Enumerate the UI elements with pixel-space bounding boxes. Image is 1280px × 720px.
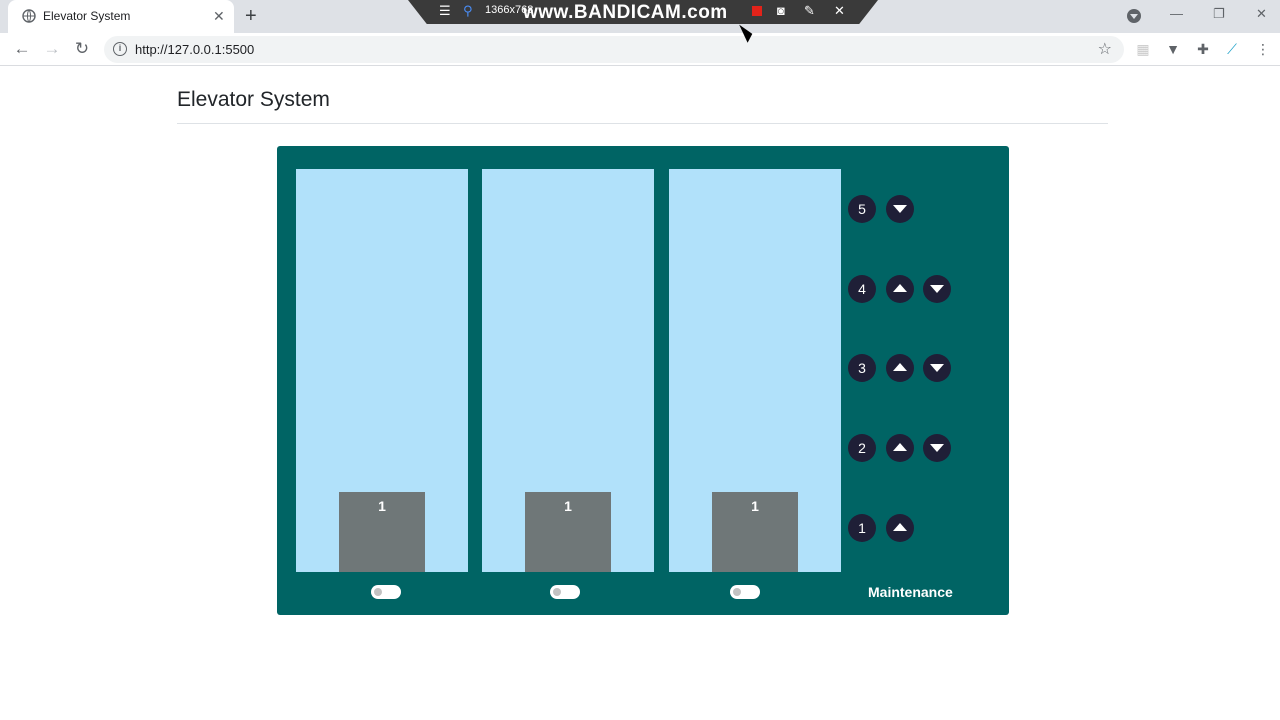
browser-menu-icon[interactable]: ⋮ <box>1255 41 1271 57</box>
call-up-button-floor-2[interactable] <box>886 434 914 462</box>
url-text[interactable]: http://127.0.0.1:5500 <box>135 42 254 57</box>
back-icon[interactable]: ← <box>12 39 32 59</box>
down-triangle-icon <box>930 285 944 293</box>
floor-number: 2 <box>848 434 876 462</box>
call-down-button-floor-4[interactable] <box>923 275 951 303</box>
car-floor-indicator: 1 <box>751 498 759 514</box>
elevator-shaft-2: 1 <box>482 169 654 572</box>
info-icon[interactable]: i <box>113 42 127 56</box>
down-triangle-icon <box>930 444 944 452</box>
recorder-watermark: www.BANDICAM.com <box>523 2 728 23</box>
call-down-button-floor-2[interactable] <box>923 434 951 462</box>
elevator-shaft-3: 1 <box>669 169 841 572</box>
up-triangle-icon <box>893 363 907 371</box>
up-triangle-icon <box>893 523 907 531</box>
new-tab-button[interactable]: + <box>245 5 257 27</box>
forward-icon[interactable]: → <box>42 39 62 59</box>
down-triangle-icon <box>930 364 944 372</box>
floor-number: 5 <box>848 195 876 223</box>
elevator-panel: 1 1 1 Maintenance 5 4 3 2 1 <box>277 146 1009 615</box>
car-floor-indicator: 1 <box>378 498 386 514</box>
recorder-pin-icon[interactable]: ⚲ <box>463 3 473 19</box>
reload-icon[interactable]: ↻ <box>72 39 92 59</box>
floor-number: 3 <box>848 354 876 382</box>
elevator-car-2: 1 <box>525 492 611 572</box>
recorder-close-icon[interactable]: ✕ <box>834 3 845 19</box>
extension-app-icon[interactable]: ⟋ <box>1224 41 1240 57</box>
browser-toolbar: ← → ↻ i http://127.0.0.1:5500 ☆ ▦ ▼ ✚ ⟋ … <box>0 33 1280 66</box>
maintenance-toggle-2[interactable] <box>550 585 580 599</box>
tab-title: Elevator System <box>43 9 131 23</box>
minimize-icon[interactable]: — <box>1170 6 1183 21</box>
call-down-button-floor-5[interactable] <box>886 195 914 223</box>
elevator-car-3: 1 <box>712 492 798 572</box>
tab-close-icon[interactable]: ✕ <box>213 8 225 24</box>
call-up-button-floor-4[interactable] <box>886 275 914 303</box>
pen-icon[interactable]: ✎ <box>804 3 815 19</box>
call-down-button-floor-3[interactable] <box>923 354 951 382</box>
restore-icon[interactable]: ❐ <box>1213 6 1225 22</box>
maintenance-label: Maintenance <box>868 584 953 600</box>
extension-icon[interactable]: ▦ <box>1135 41 1151 57</box>
close-window-icon[interactable]: ✕ <box>1256 6 1267 22</box>
elevator-car-1: 1 <box>339 492 425 572</box>
page-title: Elevator System <box>177 88 330 111</box>
toggle-knob <box>553 588 561 596</box>
call-up-button-floor-1[interactable] <box>886 514 914 542</box>
address-bar[interactable]: i http://127.0.0.1:5500 ☆ <box>104 36 1124 63</box>
bookmark-star-icon[interactable]: ☆ <box>1098 39 1112 59</box>
recorder-menu-icon[interactable]: ☰ <box>439 3 451 19</box>
up-triangle-icon <box>893 443 907 451</box>
browser-tab[interactable]: Elevator System ✕ <box>8 0 234 33</box>
globe-icon <box>22 9 36 23</box>
extensions-puzzle-icon[interactable]: ✚ <box>1195 41 1211 57</box>
down-triangle-icon <box>893 205 907 213</box>
record-stop-icon[interactable] <box>752 6 762 16</box>
tab-search-icon[interactable] <box>1127 9 1141 23</box>
vue-devtools-icon[interactable]: ▼ <box>1165 41 1181 57</box>
recorder-toolbar: ☰ ⚲ 1366x768 www.BANDICAM.com ◙ ✎ ✕ <box>408 0 878 24</box>
maintenance-toggle-1[interactable] <box>371 585 401 599</box>
camera-icon[interactable]: ◙ <box>777 3 785 18</box>
toggle-knob <box>374 588 382 596</box>
call-up-button-floor-3[interactable] <box>886 354 914 382</box>
floor-number: 1 <box>848 514 876 542</box>
toggle-knob <box>733 588 741 596</box>
maintenance-toggle-3[interactable] <box>730 585 760 599</box>
title-divider <box>177 123 1108 124</box>
up-triangle-icon <box>893 284 907 292</box>
elevator-shaft-1: 1 <box>296 169 468 572</box>
floor-number: 4 <box>848 275 876 303</box>
car-floor-indicator: 1 <box>564 498 572 514</box>
